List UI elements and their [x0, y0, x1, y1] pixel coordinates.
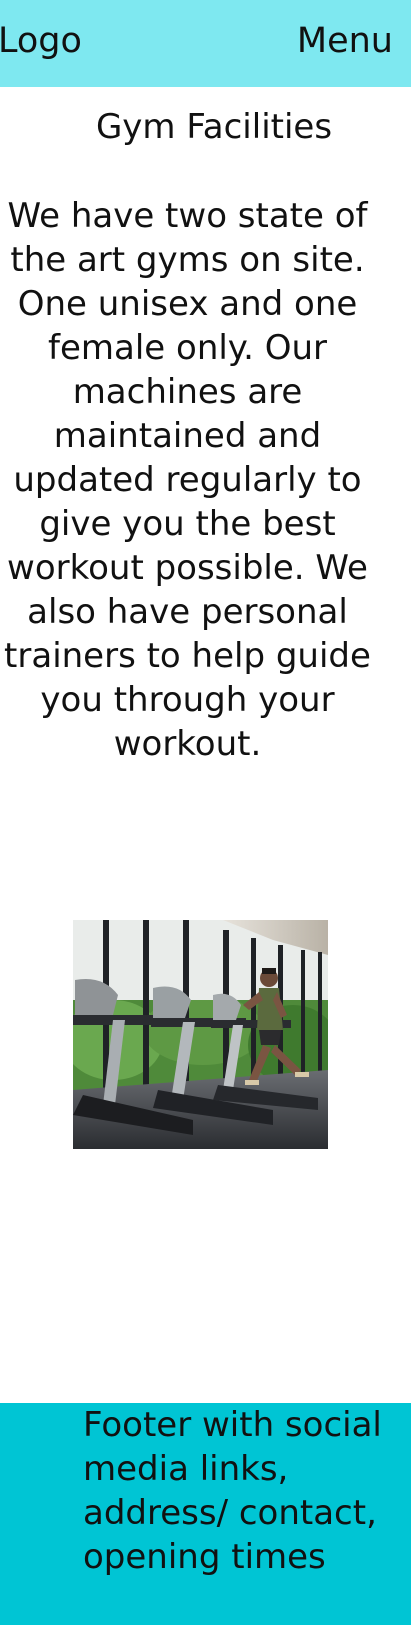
page-title: Gym Facilities — [95, 107, 333, 147]
site-footer: Footer with social media links, address/… — [0, 1403, 411, 1625]
logo[interactable]: Logo — [0, 18, 82, 64]
menu-button[interactable]: Menu — [297, 18, 393, 64]
footer-text: Footer with social media links, address/… — [83, 1405, 382, 1577]
gym-treadmill-image — [73, 920, 328, 1149]
site-header: Logo Menu — [0, 0, 411, 87]
intro-paragraph: We have two state of the art gyms on sit… — [4, 196, 371, 764]
